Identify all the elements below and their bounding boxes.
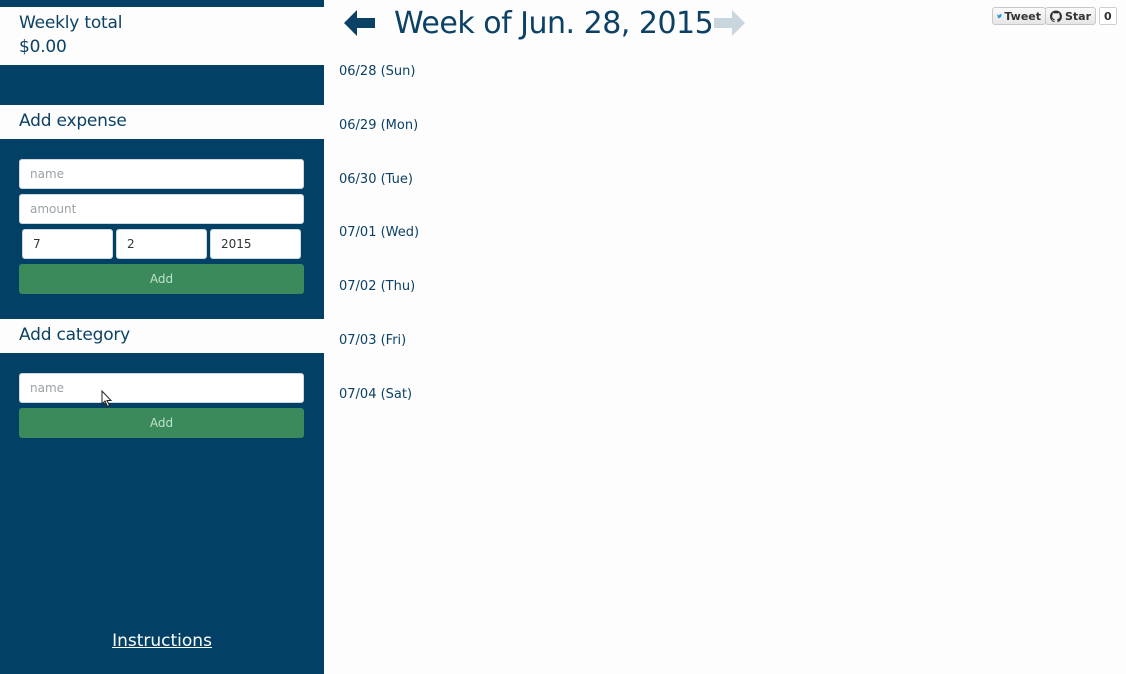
instructions-link[interactable]: Instructions	[0, 631, 324, 651]
expense-day-input[interactable]	[116, 229, 207, 259]
day-label-thu: 07/02 (Thu)	[339, 279, 416, 294]
sidebar: Weekly total $0.00 Add expense Add Add c…	[0, 0, 324, 674]
add-expense-button[interactable]: Add	[19, 264, 304, 294]
tweet-label: Tweet	[1004, 9, 1041, 23]
social-buttons: Tweet Star 0	[992, 7, 1117, 27]
tweet-button[interactable]: Tweet	[992, 7, 1046, 25]
week-title: Week of Jun. 28, 2015	[394, 6, 714, 41]
day-label-wed: 07/01 (Wed)	[339, 225, 420, 240]
arrow-left-icon[interactable]	[344, 10, 375, 36]
category-name-input[interactable]	[19, 373, 304, 403]
star-count-badge: 0	[1099, 7, 1117, 25]
day-label-fri: 07/03 (Fri)	[339, 333, 407, 348]
expense-year-input[interactable]	[210, 229, 301, 259]
day-label-sun: 06/28 (Sun)	[339, 64, 416, 79]
weekly-total-label: Weekly total	[19, 13, 123, 33]
day-label-tue: 06/30 (Tue)	[339, 172, 413, 187]
expense-month-input[interactable]	[22, 229, 113, 259]
star-label: Star	[1064, 9, 1091, 23]
mouse-pointer-icon	[101, 390, 113, 408]
add-category-heading: Add category	[19, 325, 131, 345]
expense-name-input[interactable]	[19, 159, 304, 189]
github-star-button[interactable]: Star	[1045, 7, 1096, 25]
arrow-right-icon[interactable]	[714, 10, 745, 36]
add-category-button[interactable]: Add	[19, 408, 304, 438]
expense-amount-input[interactable]	[19, 194, 304, 224]
twitter-bird-icon	[997, 14, 1002, 19]
weekly-total-value: $0.00	[19, 37, 67, 57]
day-label-sat: 07/04 (Sat)	[339, 387, 413, 402]
add-expense-heading: Add expense	[19, 111, 127, 131]
day-label-mon: 06/29 (Mon)	[339, 118, 419, 133]
github-octocat-icon	[1050, 10, 1062, 22]
